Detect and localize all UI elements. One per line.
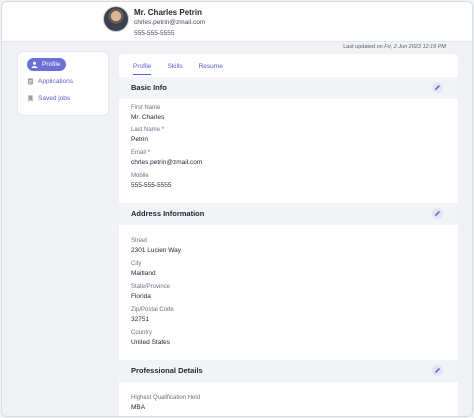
user-email: chrles.petrin@zmail.com: [134, 19, 206, 26]
city-value: Maitland: [131, 270, 156, 277]
edit-professional-button[interactable]: [432, 365, 443, 376]
edit-basic-info-button[interactable]: [432, 82, 443, 93]
email-label-text: Email: [131, 150, 147, 156]
last-name-label-text: Last Name: [131, 127, 161, 133]
sidebar-item-label: Saved jobs: [38, 95, 71, 102]
basic-info-title: Basic Info: [131, 83, 167, 92]
sidebar-item-label: Profile: [42, 61, 61, 68]
professional-title: Professional Details: [131, 366, 203, 375]
bookmark-icon: [28, 95, 33, 102]
profile-card: Profile Skills Resume Basic Info First N…: [119, 54, 458, 416]
last-name-label: Last Name *: [131, 127, 164, 133]
last-updated: Last updated on Fri, 2 Jun 2023 12:19 PM: [343, 44, 446, 50]
tab-bar: Profile Skills Resume: [133, 63, 223, 75]
street-value: 2301 Lucien Way: [131, 247, 181, 254]
email-label: Email *: [131, 150, 150, 156]
pencil-icon: [435, 85, 440, 90]
required-marker: *: [161, 127, 165, 133]
country-value: United States: [131, 339, 171, 346]
mobile-label: Mobile: [131, 173, 149, 179]
required-marker: *: [147, 150, 151, 156]
address-header: Address Information: [119, 203, 458, 225]
document-icon: [28, 78, 33, 85]
user-name: Mr. Charles Petrin: [134, 8, 203, 17]
state-label: State/Province: [131, 284, 171, 290]
street-label: Street: [131, 238, 148, 244]
tab-skills[interactable]: Skills: [167, 63, 182, 75]
tab-resume[interactable]: Resume: [199, 63, 223, 75]
sidebar-item-applications[interactable]: Applications: [27, 75, 73, 88]
last-name-value: Petrin: [131, 136, 148, 143]
address-title: Address Information: [131, 209, 205, 218]
email-value: chrles.petrin@zmail.com: [131, 159, 203, 166]
basic-info-header: Basic Info: [119, 77, 458, 99]
tab-profile[interactable]: Profile: [133, 63, 152, 75]
state-value: Florida: [131, 293, 151, 300]
avatar: [103, 6, 129, 32]
zip-label: Zip/Postal Code: [131, 307, 174, 313]
sidebar-item-label: Applications: [38, 78, 74, 85]
last-updated-prefix: Last updated on: [343, 44, 383, 50]
first-name-value: Mr. Charles: [131, 114, 165, 121]
profile-header: Mr. Charles Petrin chrles.petrin@zmail.c…: [2, 2, 472, 42]
first-name-label: First Name: [131, 105, 161, 111]
sidebar-item-saved-jobs[interactable]: Saved jobs: [27, 92, 70, 105]
last-updated-date: Fri, 2 Jun 2023 12:19 PM: [384, 44, 446, 50]
qualification-label: Highest Qualification Held: [131, 395, 201, 401]
pencil-icon: [435, 211, 440, 216]
zip-value: 32751: [131, 316, 150, 323]
user-phone: 555-555-5555: [134, 30, 175, 37]
mobile-value: 555-555-5555: [131, 182, 172, 189]
user-icon: [31, 61, 38, 68]
city-label: City: [131, 261, 142, 267]
edit-address-button[interactable]: [432, 208, 443, 219]
sidebar-item-profile[interactable]: Profile: [27, 58, 67, 71]
qualification-value: MBA: [131, 404, 146, 411]
professional-header: Professional Details: [119, 360, 458, 382]
app-window: Mr. Charles Petrin chrles.petrin@zmail.c…: [1, 1, 473, 417]
sidebar-nav: Profile Applications Saved jobs: [17, 51, 109, 116]
country-label: Country: [131, 330, 153, 336]
pencil-icon: [435, 368, 440, 373]
